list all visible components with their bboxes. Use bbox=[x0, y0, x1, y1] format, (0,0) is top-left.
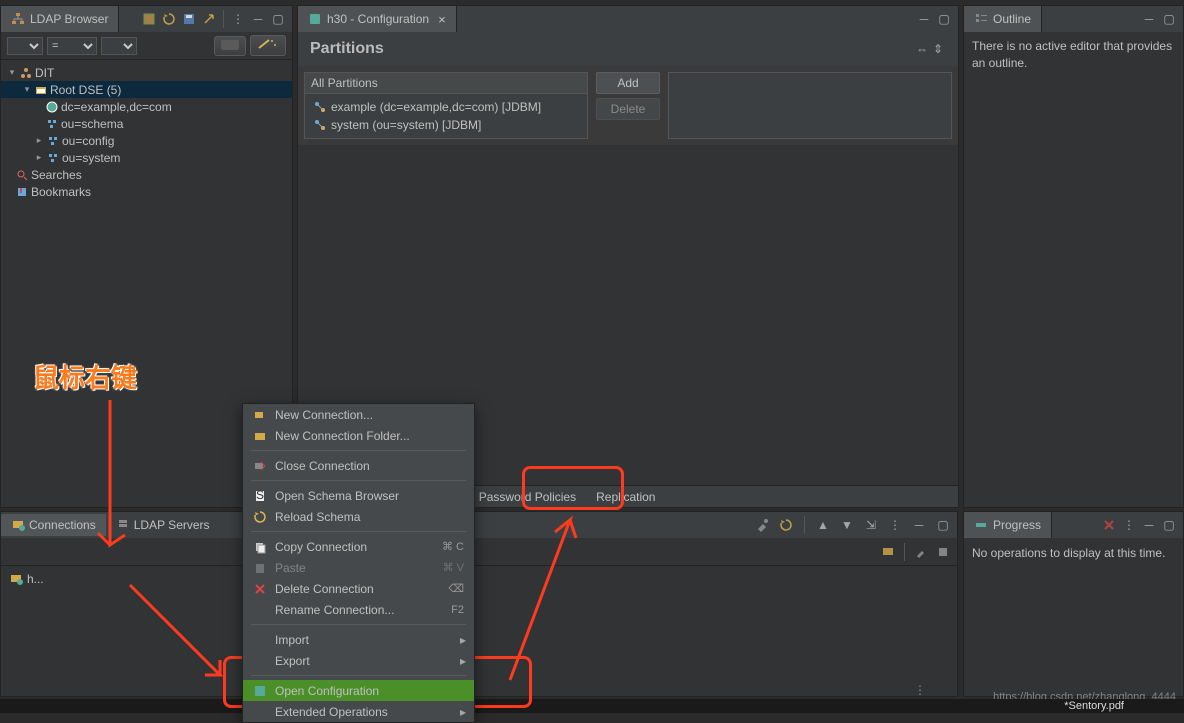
ou-icon bbox=[46, 118, 58, 130]
globe-icon bbox=[46, 101, 58, 113]
filter-select-1[interactable] bbox=[7, 37, 43, 55]
tree-searches: Searches bbox=[31, 168, 82, 182]
tree-dit: DIT bbox=[35, 66, 54, 80]
menu-icon[interactable]: ⋮ bbox=[230, 11, 246, 27]
searches-icon bbox=[16, 169, 28, 181]
up-icon[interactable]: ▲ bbox=[815, 517, 831, 533]
partition-item[interactable]: system (ou=system) [JDBM] bbox=[309, 116, 583, 134]
wand-icon[interactable] bbox=[250, 35, 286, 56]
tree-system: ou=system bbox=[62, 151, 120, 165]
expand-icon[interactable]: ⇲ bbox=[863, 517, 879, 533]
maximize-icon[interactable]: ▢ bbox=[270, 11, 286, 27]
annotation-arrow-3 bbox=[490, 510, 590, 690]
minimize-icon[interactable]: － bbox=[250, 11, 266, 27]
toolbar-icon-1[interactable] bbox=[141, 11, 157, 27]
bookmarks-icon bbox=[16, 186, 28, 198]
tree-root: Root DSE (5) bbox=[50, 83, 121, 97]
minimize-icon[interactable]: － bbox=[1141, 517, 1157, 533]
annotation-arrow-2 bbox=[120, 580, 240, 690]
annotation-label: 鼠标右键 bbox=[33, 358, 137, 395]
refresh-icon[interactable] bbox=[161, 11, 177, 27]
menu-import[interactable]: Import▸ bbox=[243, 629, 474, 650]
taskbar-item[interactable]: *Sentory.pdf bbox=[1064, 700, 1124, 712]
delete-button[interactable]: Delete bbox=[596, 98, 661, 120]
maximize-icon[interactable]: ▢ bbox=[935, 517, 951, 533]
menu-copy[interactable]: Copy Connection⌘ C bbox=[243, 536, 474, 557]
menu-reload-schema[interactable]: Reload Schema bbox=[243, 506, 474, 527]
minimize-icon[interactable]: － bbox=[916, 11, 932, 27]
ldap-browser-tab[interactable]: LDAP Browser bbox=[1, 6, 119, 32]
outline-message: There is no active editor that provides … bbox=[964, 32, 1183, 78]
close-tab-icon[interactable]: × bbox=[438, 12, 446, 27]
tree-schema: ou=schema bbox=[61, 117, 123, 131]
menu-new-folder[interactable]: New Connection Folder... bbox=[243, 425, 474, 446]
connections-icon bbox=[11, 518, 25, 532]
progress-tab[interactable]: Progress bbox=[964, 512, 1052, 538]
stop-icon[interactable] bbox=[935, 544, 951, 560]
maximize-icon[interactable]: ▢ bbox=[1161, 517, 1177, 533]
connection-icon bbox=[9, 572, 23, 586]
filter-select-2[interactable]: = bbox=[47, 37, 97, 55]
clear-icon[interactable] bbox=[1101, 517, 1117, 533]
config-icon bbox=[308, 12, 322, 26]
menu-open-configuration[interactable]: Open Configuration bbox=[243, 680, 474, 701]
progress-message: No operations to display at this time. bbox=[964, 538, 1183, 568]
tool-icon[interactable] bbox=[754, 517, 770, 533]
progress-icon bbox=[974, 518, 988, 532]
menu-close-connection[interactable]: Close Connection bbox=[243, 455, 474, 476]
minimize-icon[interactable]: － bbox=[911, 517, 927, 533]
menu-icon[interactable]: ⋮ bbox=[1121, 517, 1137, 533]
highlight-toggle[interactable] bbox=[214, 36, 246, 56]
menu-paste: Paste⌘ V bbox=[243, 557, 474, 578]
expand-v-icon[interactable]: ⇕ bbox=[930, 41, 946, 57]
new-conn-icon[interactable] bbox=[880, 544, 896, 560]
ldap-tree[interactable]: ▾DIT ▾Root DSE (5) dc=example,dc=com ou=… bbox=[1, 60, 292, 204]
all-partitions-header: All Partitions bbox=[305, 73, 587, 94]
tree-config: ou=config bbox=[62, 134, 114, 148]
editor-tab[interactable]: h30 - Configuration × bbox=[298, 6, 457, 32]
menu-extended-ops[interactable]: Extended Operations▸ bbox=[243, 701, 474, 722]
annotation-box-partitions bbox=[522, 466, 624, 510]
outline-tab[interactable]: Outline bbox=[964, 6, 1042, 32]
outline-title: Outline bbox=[993, 12, 1031, 26]
link-icon[interactable] bbox=[201, 11, 217, 27]
expand-h-icon[interactable]: ⇔ bbox=[914, 41, 930, 57]
tree-dc: dc=example,dc=com bbox=[61, 100, 172, 114]
svg-text:S: S bbox=[256, 489, 264, 502]
dit-icon bbox=[20, 67, 32, 79]
menu-icon[interactable]: ⋮ bbox=[887, 517, 903, 533]
tree-icon bbox=[11, 12, 25, 26]
partitions-heading: Partitions bbox=[310, 40, 384, 58]
editor-tab-label: h30 - Configuration bbox=[327, 12, 429, 26]
down-icon[interactable]: ▼ bbox=[839, 517, 855, 533]
menu-rename[interactable]: Rename Connection...F2 bbox=[243, 599, 474, 620]
edit-icon[interactable] bbox=[913, 544, 929, 560]
folder-icon bbox=[35, 84, 47, 96]
refresh-icon[interactable] bbox=[778, 517, 794, 533]
menu-open-schema[interactable]: SOpen Schema Browser bbox=[243, 485, 474, 506]
menu-delete[interactable]: Delete Connection⌫ bbox=[243, 578, 474, 599]
context-menu: New Connection... New Connection Folder.… bbox=[242, 403, 475, 723]
partition-item[interactable]: example (dc=example,dc=com) [JDBM] bbox=[309, 98, 583, 116]
menu-export[interactable]: Export▸ bbox=[243, 650, 474, 671]
ldap-browser-title: LDAP Browser bbox=[30, 12, 108, 26]
add-button[interactable]: Add bbox=[596, 72, 661, 94]
minimize-icon[interactable]: － bbox=[1141, 11, 1157, 27]
maximize-icon[interactable]: ▢ bbox=[1161, 11, 1177, 27]
filter-select-3[interactable] bbox=[101, 37, 137, 55]
annotation-arrow-1 bbox=[90, 395, 150, 565]
outline-icon bbox=[974, 12, 988, 26]
menu-new-connection[interactable]: New Connection... bbox=[243, 404, 474, 425]
maximize-icon[interactable]: ▢ bbox=[936, 11, 952, 27]
more-icon[interactable]: ⋮ bbox=[914, 683, 926, 697]
save-icon[interactable] bbox=[181, 11, 197, 27]
tree-bookmarks: Bookmarks bbox=[31, 185, 91, 199]
